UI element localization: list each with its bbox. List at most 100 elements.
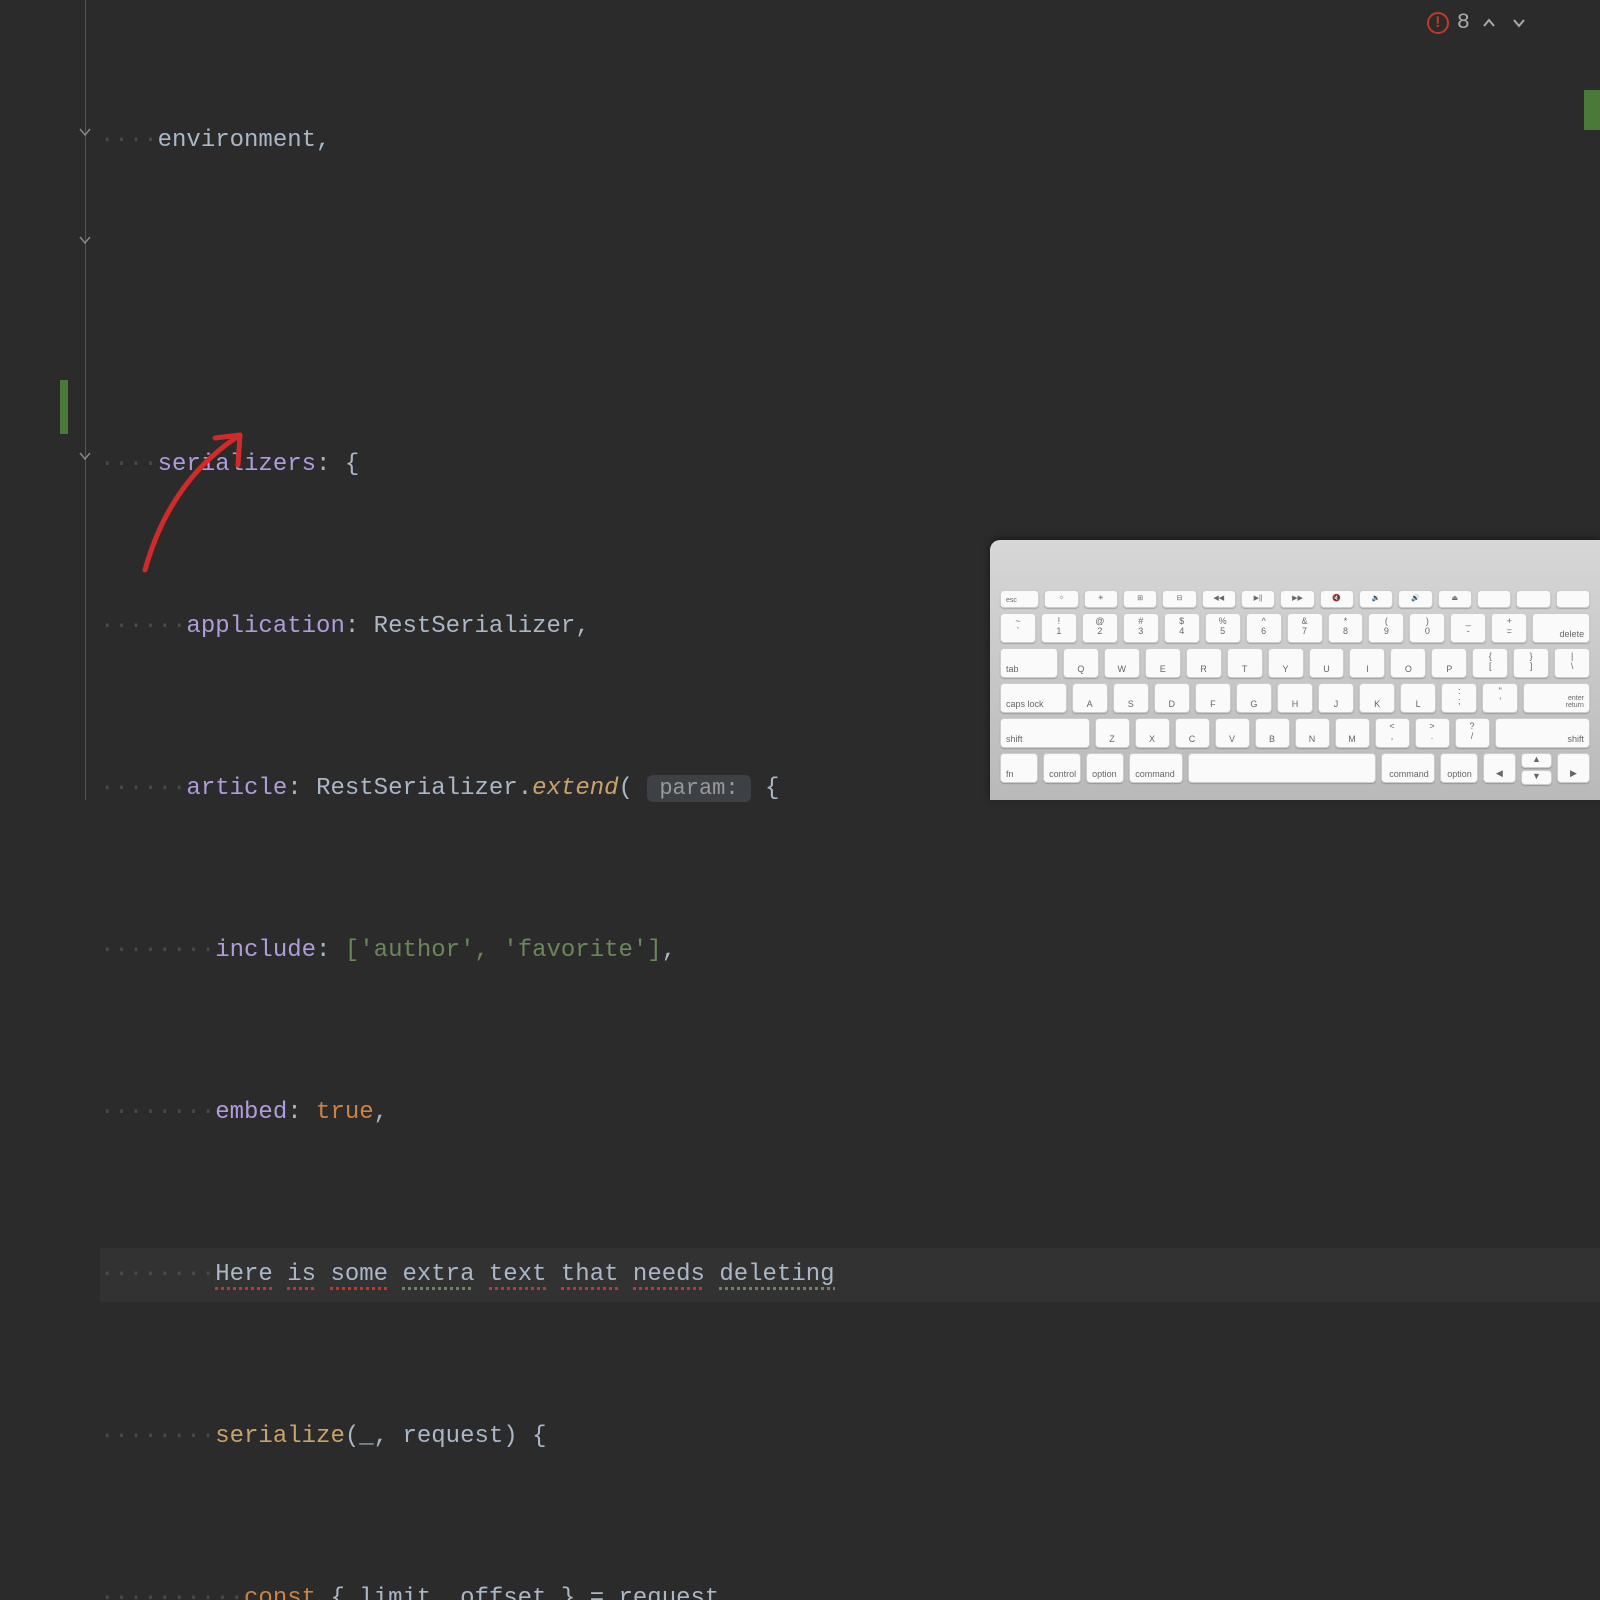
destructure: { limit, offset } = request. — [330, 1585, 733, 1600]
key: &7 — [1287, 613, 1323, 643]
key: E — [1145, 648, 1181, 678]
code-line-highlighted[interactable]: ········Here is some extra text that nee… — [100, 1248, 1600, 1302]
key: fn — [1000, 753, 1038, 783]
problems-widget[interactable]: ! 8 — [1427, 10, 1530, 35]
key: ~` — [1000, 613, 1036, 643]
key: :; — [1441, 683, 1477, 713]
key: tab — [1000, 648, 1058, 678]
key: $4 — [1164, 613, 1200, 643]
type-ref: RestSerializer — [316, 775, 518, 802]
key: 🔇 — [1320, 590, 1354, 608]
key: ▶ — [1557, 753, 1590, 783]
key: _- — [1450, 613, 1486, 643]
gutter — [0, 0, 100, 800]
code-line[interactable]: ········include: ['author', 'favorite'], — [100, 924, 1600, 978]
key: X — [1135, 718, 1170, 748]
key: ▼ — [1521, 770, 1552, 785]
key: ⊞ — [1123, 590, 1157, 608]
code-line[interactable]: ····environment, — [100, 114, 1600, 168]
key: += — [1491, 613, 1527, 643]
key: Q — [1063, 648, 1099, 678]
code-line[interactable]: ········embed: true, — [100, 1086, 1600, 1140]
key: L — [1400, 683, 1436, 713]
code-line[interactable]: ········serialize(_, request) { — [100, 1410, 1600, 1464]
error-icon: ! — [1427, 12, 1449, 34]
key: |\ — [1554, 648, 1590, 678]
key: )0 — [1409, 613, 1445, 643]
key: N — [1295, 718, 1330, 748]
key: T — [1227, 648, 1263, 678]
key: Z — [1095, 718, 1130, 748]
key: 🔉 — [1359, 590, 1393, 608]
key: #3 — [1123, 613, 1159, 643]
prev-problem-icon[interactable] — [1478, 12, 1500, 34]
key: <, — [1375, 718, 1410, 748]
vcs-change-marker — [60, 380, 68, 434]
key: delete — [1532, 613, 1590, 643]
key: M — [1335, 718, 1370, 748]
key: ☀ — [1084, 590, 1118, 608]
key: B — [1255, 718, 1290, 748]
key: U — [1309, 648, 1345, 678]
key — [1477, 590, 1511, 608]
key: F — [1195, 683, 1231, 713]
code-line[interactable]: ··········const { limit, offset } = requ… — [100, 1572, 1600, 1600]
method-call: extend — [532, 775, 618, 802]
key: enterreturn — [1523, 683, 1590, 713]
code-line[interactable] — [100, 276, 1600, 330]
fold-toggle-icon[interactable] — [78, 228, 92, 242]
key: H — [1277, 683, 1313, 713]
fold-toggle-icon[interactable] — [78, 120, 92, 134]
key: ◀ — [1483, 753, 1516, 783]
next-problem-icon[interactable] — [1508, 12, 1530, 34]
key: ^6 — [1246, 613, 1282, 643]
key: R — [1186, 648, 1222, 678]
key: (9 — [1368, 613, 1404, 643]
warning-text: extra — [402, 1261, 474, 1288]
fold-toggle-icon[interactable] — [78, 444, 92, 458]
key: ⊟ — [1162, 590, 1196, 608]
key — [1188, 753, 1376, 783]
key: K — [1359, 683, 1395, 713]
key: C — [1175, 718, 1210, 748]
key: *8 — [1328, 613, 1364, 643]
key: >. — [1415, 718, 1450, 748]
key: %5 — [1205, 613, 1241, 643]
property: embed — [215, 1099, 287, 1126]
key: shift — [1000, 718, 1090, 748]
key: command — [1381, 753, 1435, 783]
error-text: needs — [633, 1261, 705, 1288]
property: include — [215, 937, 316, 964]
property: application — [186, 613, 344, 640]
minimap-change-marker — [1584, 90, 1600, 130]
arrow-keys: ▲▼ — [1521, 753, 1552, 785]
key: !1 — [1041, 613, 1077, 643]
code-line[interactable]: ····serializers: { — [100, 438, 1600, 492]
property: serializers — [158, 451, 316, 478]
key: ▲ — [1521, 753, 1552, 768]
type-ref: RestSerializer — [374, 613, 576, 640]
key: ☼ — [1044, 590, 1078, 608]
error-text: some — [330, 1261, 388, 1288]
identifier: environment — [158, 127, 316, 154]
key: option — [1440, 753, 1478, 783]
key: "' — [1482, 683, 1518, 713]
key — [1556, 590, 1590, 608]
key: 🔊 — [1398, 590, 1432, 608]
key: ?/ — [1455, 718, 1490, 748]
key: J — [1318, 683, 1354, 713]
keyword: const — [244, 1585, 316, 1600]
key: {[ — [1472, 648, 1508, 678]
key: command — [1129, 753, 1183, 783]
key: ◀◀ — [1202, 590, 1236, 608]
method-def: serialize — [215, 1423, 345, 1450]
key: shift — [1495, 718, 1591, 748]
key: Y — [1268, 648, 1304, 678]
keyword: true — [316, 1099, 374, 1126]
error-text: that — [561, 1261, 619, 1288]
key: ▶|| — [1241, 590, 1275, 608]
key: esc — [1000, 590, 1039, 608]
key: A — [1072, 683, 1108, 713]
key: S — [1113, 683, 1149, 713]
key: ▶▶ — [1280, 590, 1314, 608]
